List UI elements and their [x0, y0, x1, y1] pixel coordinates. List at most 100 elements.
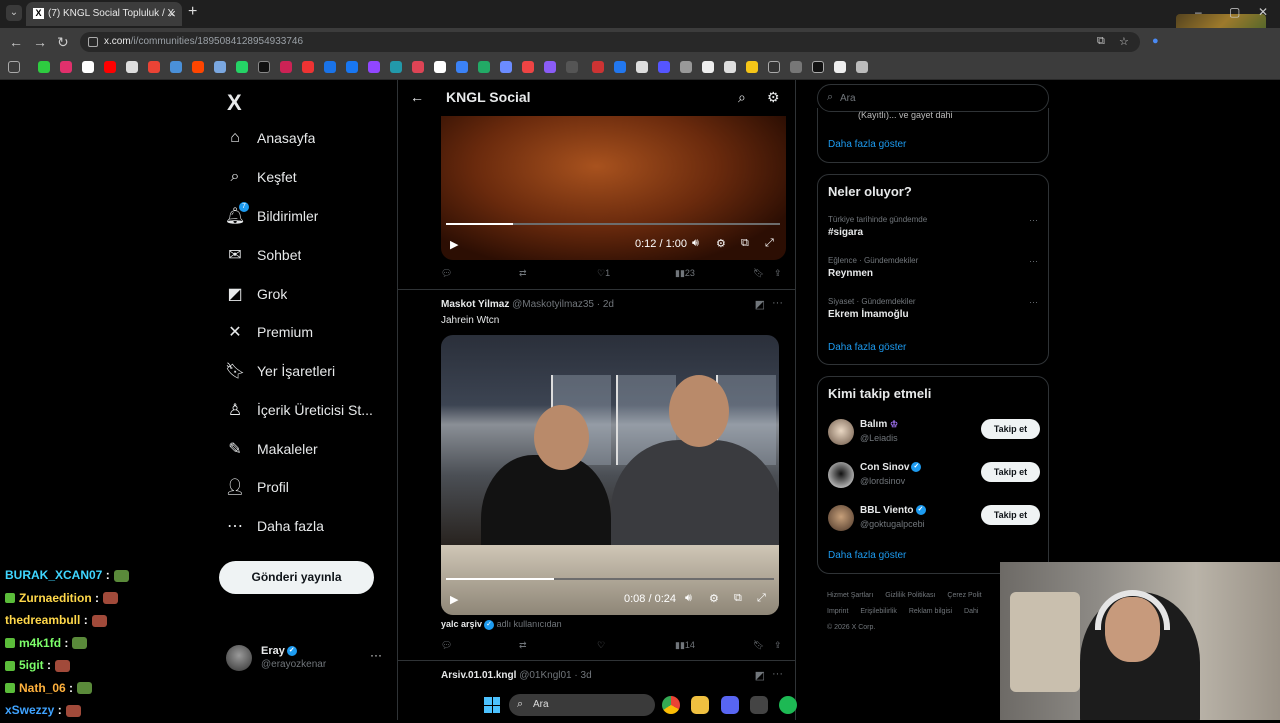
bookmark-icon[interactable]	[148, 61, 160, 73]
browser-tab[interactable]: X (7) KNGL Social Topluluk / X ×	[26, 2, 182, 26]
bookmark-icon[interactable]	[478, 61, 490, 73]
spotify-icon[interactable]	[779, 696, 797, 714]
footer-link[interactable]: Imprint	[827, 608, 848, 615]
follow-suggestion[interactable]: Balım ♔ @Leiadis Takip et	[828, 417, 1040, 449]
bookmark-icon[interactable]	[104, 61, 116, 73]
bookmark-icon[interactable]	[280, 61, 292, 73]
more-icon[interactable]: ···	[772, 668, 783, 680]
bookmark-icon[interactable]	[614, 61, 626, 73]
footer-link[interactable]: Reklam bilgisi	[909, 608, 952, 615]
more-icon[interactable]: ···	[1029, 215, 1038, 225]
tab-list-icon[interactable]: ⌄	[6, 5, 22, 21]
settings-icon[interactable]: ⚙	[716, 237, 726, 250]
back-arrow-icon[interactable]: ←	[410, 89, 424, 105]
bookmark-icon[interactable]	[126, 61, 138, 73]
bookmark-icon[interactable]	[456, 61, 468, 73]
attribution-name[interactable]: yalc arşiv	[441, 619, 482, 629]
bookmark-icon[interactable]	[434, 61, 446, 73]
volume-icon[interactable]: 🔊︎	[685, 592, 692, 605]
show-more-link[interactable]: Daha fazla göster	[828, 342, 906, 353]
video-progress-bar[interactable]	[446, 578, 774, 580]
fullscreen-icon[interactable]: ⤢	[765, 237, 774, 250]
bookmark-icon[interactable]	[368, 61, 380, 73]
author-name[interactable]: Arsiv.01.01.kngl	[441, 670, 516, 681]
settings-icon[interactable]: ⚙	[709, 592, 719, 605]
footer-link[interactable]: Erişilebilirlik	[860, 608, 897, 615]
more-icon[interactable]: ···	[1029, 297, 1038, 307]
follow-suggestion[interactable]: Con Sinov ✓ @lordsinov Takip et	[828, 460, 1040, 492]
pip-icon[interactable]: ⧉	[734, 592, 742, 605]
bookmark-icon[interactable]	[592, 61, 604, 73]
nav-item-home[interactable]: ⌂ Anasayfa	[226, 123, 396, 153]
video-player[interactable]: ▶ 0:08 / 0:24 🔊︎ ⚙ ⧉ ⤢	[441, 335, 779, 615]
bookmark-icon[interactable]	[768, 61, 780, 73]
bookmark-icon[interactable]	[170, 61, 182, 73]
steam-icon[interactable]	[750, 696, 768, 714]
nav-item-explore[interactable]: ⌕ Keşfet	[226, 162, 396, 192]
taskbar-search[interactable]: ⌕ Ara	[509, 694, 655, 716]
grok-post-icon[interactable]: ◩	[755, 298, 765, 311]
star-icon[interactable]: ☆	[1119, 35, 1129, 48]
bookmark-icon[interactable]	[746, 61, 758, 73]
share-icon[interactable]: ⇪	[774, 268, 782, 279]
play-icon[interactable]: ▶	[450, 593, 458, 606]
bookmark-icon[interactable]	[346, 61, 358, 73]
video-player[interactable]: ▶ 0:12 / 1:00 🔊︎ ⚙ ⧉ ⤢	[441, 116, 786, 260]
nav-item-bookmarks[interactable]: 🔖︎ Yer İşaretleri	[225, 356, 396, 386]
nav-item-profile[interactable]: 👤︎ Profil	[225, 472, 396, 502]
back-icon[interactable]: ←	[9, 34, 23, 50]
bookmark-icon[interactable]	[856, 61, 868, 73]
bookmark-icon[interactable]	[302, 61, 314, 73]
install-icon[interactable]: ⧉	[1097, 35, 1105, 48]
views-icon[interactable]: ▮▮ 14	[675, 640, 695, 651]
close-window-icon[interactable]: ✕	[1258, 5, 1268, 19]
bookmark-icon[interactable]	[834, 61, 846, 73]
bookmark-icon[interactable]	[500, 61, 512, 73]
x-logo-icon[interactable]: X	[227, 90, 242, 116]
show-more-link[interactable]: Daha fazla göster	[828, 139, 906, 150]
grok-post-icon[interactable]: ◩	[755, 669, 765, 682]
bookmark-icon[interactable]	[324, 61, 336, 73]
bookmark-icon[interactable]	[702, 61, 714, 73]
file-explorer-icon[interactable]	[691, 696, 709, 714]
forward-icon[interactable]: →	[33, 34, 47, 50]
trend-item[interactable]: Eğlence · Gündemdekiler Reynmen ···	[828, 256, 1040, 279]
post-button[interactable]: Gönderi yayınla	[219, 561, 374, 594]
bookmark-icon[interactable]	[566, 61, 578, 73]
author-name[interactable]: Maskot Yilmaz	[441, 299, 509, 310]
follow-button[interactable]: Takip et	[981, 505, 1040, 525]
site-info-icon[interactable]	[88, 37, 98, 47]
nav-item-articles[interactable]: ✎ Makaleler	[226, 434, 396, 464]
follow-suggestion[interactable]: BBL Viento ✓ @goktugalpcebi Takip et	[828, 503, 1040, 535]
profile-icon[interactable]: ●	[1152, 35, 1159, 47]
more-icon[interactable]: ···	[1029, 256, 1038, 266]
settings-gear-icon[interactable]: ⚙	[767, 89, 780, 106]
bookmark-icon[interactable]	[82, 61, 94, 73]
bookmark-icon[interactable]	[258, 61, 270, 73]
bookmark-icon[interactable]	[680, 61, 692, 73]
bookmark-icon[interactable]	[60, 61, 72, 73]
bookmark-icon[interactable]: 🔖︎	[753, 268, 764, 279]
show-more-link[interactable]: Daha fazla göster	[828, 550, 906, 561]
footer-link[interactable]: Gizlilik Politikası	[885, 592, 935, 599]
volume-icon[interactable]: 🔊︎	[692, 237, 699, 250]
nav-item-notifications[interactable]: 🔔︎ 7 Bildirimler	[225, 201, 396, 231]
bookmark-icon[interactable]	[522, 61, 534, 73]
nav-item-premium[interactable]: ✕ Premium	[226, 317, 396, 347]
like-icon[interactable]: ♡ 1	[597, 268, 610, 279]
views-icon[interactable]: ▮▮ 23	[675, 268, 695, 279]
bookmark-icon[interactable]: 🔖︎	[753, 640, 764, 651]
more-icon[interactable]: ···	[370, 648, 382, 662]
bookmark-icon[interactable]	[38, 61, 50, 73]
follow-button[interactable]: Takip et	[981, 462, 1040, 482]
nav-item-chat[interactable]: ✉ Sohbet	[226, 240, 396, 270]
search-icon[interactable]: ⌕	[738, 89, 746, 106]
url-bar[interactable]: x.com/i/communities/1895084128954933746	[80, 32, 1140, 52]
apps-icon[interactable]	[8, 61, 20, 73]
bookmark-icon[interactable]	[412, 61, 424, 73]
post-time[interactable]: · 2d	[597, 299, 614, 310]
post-time[interactable]: · 3d	[574, 670, 591, 681]
trend-item[interactable]: Türkiye tarihinde gündemde #sigara ···	[828, 215, 1040, 238]
share-icon[interactable]: ⇪	[774, 640, 782, 651]
author-handle[interactable]: @01Kngl01	[519, 670, 571, 681]
